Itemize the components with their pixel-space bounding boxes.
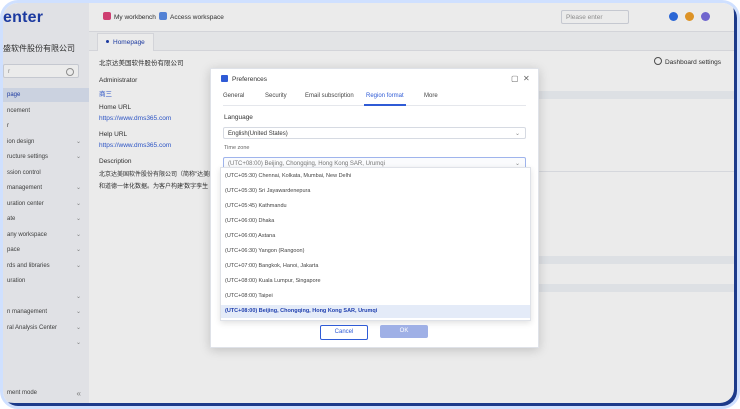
tab-more[interactable]: More [424, 93, 438, 99]
preferences-dialog: Preferences ▢ ✕ General Security Email sub… [210, 68, 539, 348]
window-frame: enter 盛软件股份有限公司 r page ncement r ion design… [0, 0, 740, 409]
app-logo-icon [221, 75, 228, 82]
dialog-title: Preferences [221, 75, 267, 83]
maximize-icon[interactable]: ▢ [511, 74, 519, 83]
timezone-dropdown: (UTC+05:30) Chennai, Kolkata, Mumbai, Ne… [220, 167, 531, 321]
tab-security[interactable]: Security [265, 93, 287, 99]
timezone-option[interactable]: (UTC+08:00) Beijing, Chongqing, Hong Kon… [221, 305, 530, 318]
timezone-option[interactable]: (UTC+08:00) Taipei [221, 290, 530, 303]
chevron-down-icon: ⌄ [514, 131, 520, 137]
timezone-option[interactable]: (UTC+05:30) Chennai, Kolkata, Mumbai, Ne… [221, 170, 530, 183]
timezone-option[interactable]: (UTC+05:30) Sri Jayawardenepura [221, 185, 530, 198]
active-tab-indicator [364, 104, 406, 106]
dialog-title-text: Preferences [232, 76, 268, 83]
cancel-button[interactable]: Cancel [320, 325, 368, 340]
timezone-option[interactable]: (UTC+06:00) Dhaka [221, 215, 530, 228]
timezone-option[interactable]: (UTC+07:00) Bangkok, Hanoi, Jakarta [221, 260, 530, 273]
timezone-option[interactable]: (UTC+06:30) Yangon (Rangoon) [221, 245, 530, 258]
ok-button[interactable]: OK [380, 325, 428, 338]
timezone-option[interactable]: (UTC+06:00) Astana [221, 230, 530, 243]
close-icon[interactable]: ✕ [523, 74, 530, 83]
timezone-label: Time zone [224, 145, 250, 151]
timezone-option[interactable]: (UTC+05:45) Kathmandu [221, 200, 530, 213]
language-label: Language [224, 114, 253, 121]
dialog-tabs: General Security Email subscription Region … [223, 93, 526, 106]
tab-region-format[interactable]: Region format [366, 93, 404, 99]
timezone-option[interactable]: (UTC+08:00) Kuala Lumpur, Singapore [221, 275, 530, 288]
tab-general[interactable]: General [223, 93, 244, 99]
tab-email-subscription[interactable]: Email subscription [305, 93, 354, 99]
language-select[interactable]: English(United States) ⌄ [223, 127, 526, 139]
language-value: English(United States) [228, 131, 288, 137]
